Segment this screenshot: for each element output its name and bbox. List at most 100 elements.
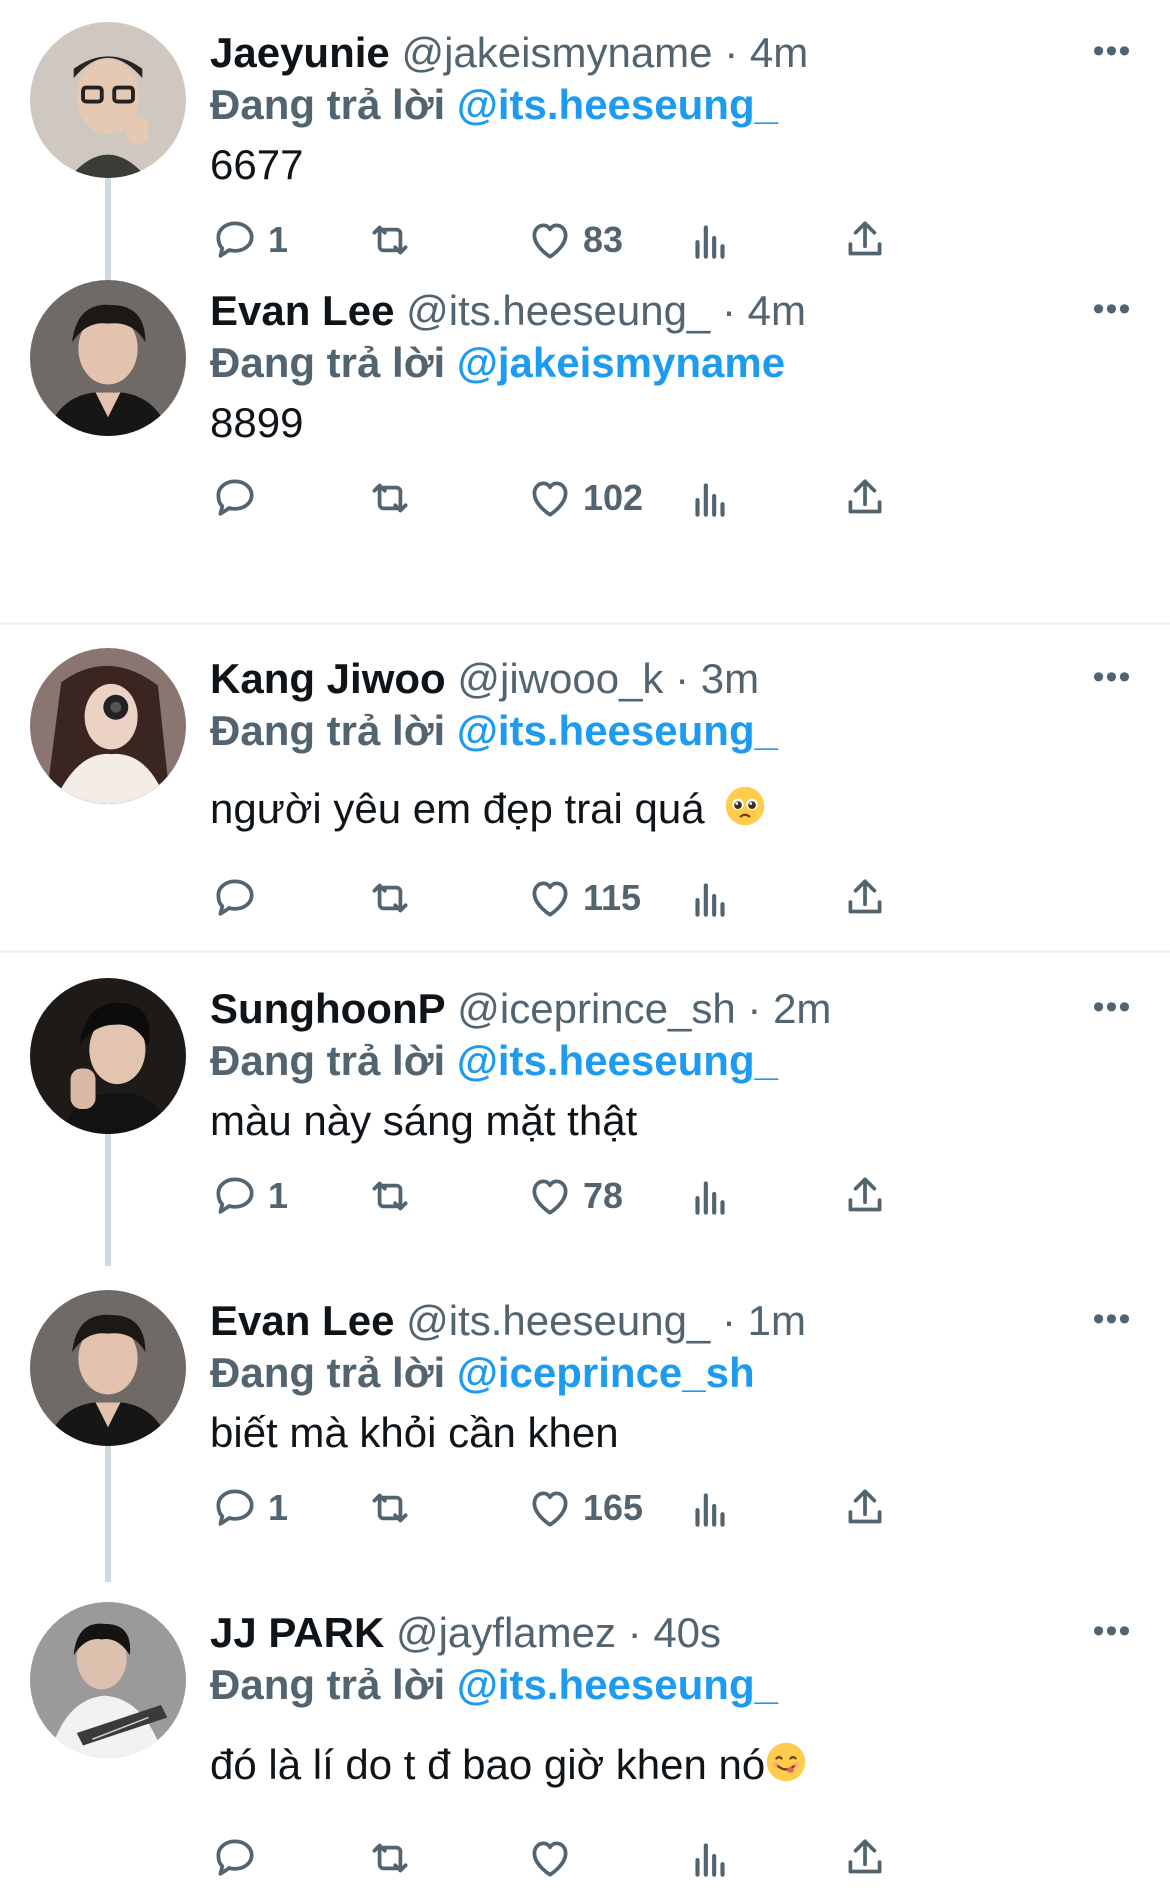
display-name[interactable]: Evan Lee bbox=[210, 1297, 394, 1344]
retweet-button[interactable] bbox=[365, 468, 415, 528]
mention-link[interactable]: @its.heeseung_ bbox=[457, 707, 778, 754]
views-button[interactable] bbox=[685, 868, 735, 928]
share-button[interactable] bbox=[840, 210, 890, 270]
more-options-icon[interactable]: ••• bbox=[1082, 1294, 1142, 1344]
action-bar: 1 78 bbox=[210, 1166, 1110, 1226]
replying-to: Đang trả lời @iceprince_sh bbox=[210, 1348, 755, 1398]
timestamp[interactable]: 4m bbox=[748, 287, 806, 334]
like-button[interactable]: 102 bbox=[525, 468, 643, 528]
heart-icon bbox=[532, 881, 568, 917]
heart-icon bbox=[532, 1491, 568, 1527]
reply-bubble-icon bbox=[216, 221, 254, 258]
timestamp[interactable]: 3m bbox=[701, 655, 759, 702]
heart-icon bbox=[532, 1179, 568, 1215]
replying-to: Đang trả lời @its.heeseung_ bbox=[210, 1036, 778, 1086]
display-name[interactable]: Kang Jiwoo bbox=[210, 655, 446, 702]
timestamp[interactable]: 1m bbox=[748, 1297, 806, 1344]
display-name[interactable]: JJ PARK bbox=[210, 1609, 384, 1656]
username-handle[interactable]: @its.heeseung_ bbox=[406, 287, 710, 334]
action-bar: 1 165 bbox=[210, 1478, 1110, 1538]
mention-link[interactable]: @its.heeseung_ bbox=[457, 81, 778, 128]
views-chart-icon bbox=[695, 225, 725, 259]
like-button[interactable]: 165 bbox=[525, 1478, 643, 1538]
views-button[interactable] bbox=[685, 1166, 735, 1226]
display-name[interactable]: SunghoonP bbox=[210, 985, 446, 1032]
views-button[interactable] bbox=[685, 468, 735, 528]
views-button[interactable] bbox=[685, 210, 735, 270]
views-chart-icon bbox=[695, 1181, 725, 1215]
like-button[interactable]: 115 bbox=[525, 868, 641, 928]
replying-prefix: Đang trả lời bbox=[210, 339, 446, 386]
share-button[interactable] bbox=[840, 1828, 890, 1888]
retweet-button[interactable] bbox=[365, 1828, 415, 1888]
retweet-button[interactable] bbox=[365, 868, 415, 928]
more-options-icon[interactable]: ••• bbox=[1082, 652, 1142, 702]
reply-button[interactable] bbox=[210, 468, 268, 528]
avatar[interactable] bbox=[30, 1290, 186, 1446]
separator-dot: · bbox=[724, 29, 739, 76]
views-button[interactable] bbox=[685, 1828, 735, 1888]
more-options-icon[interactable]: ••• bbox=[1082, 26, 1142, 76]
share-button[interactable] bbox=[840, 468, 890, 528]
username-handle[interactable]: @jayflamez bbox=[396, 1609, 616, 1656]
mention-link[interactable]: @its.heeseung_ bbox=[457, 1661, 778, 1708]
retweet-icon bbox=[372, 1181, 408, 1211]
avatar[interactable] bbox=[30, 978, 186, 1134]
username-handle[interactable]: @its.heeseung_ bbox=[406, 1297, 710, 1344]
reply-button[interactable]: 1 bbox=[210, 210, 288, 270]
retweet-button[interactable] bbox=[365, 1166, 415, 1226]
mention-link[interactable]: @jakeismyname bbox=[457, 339, 785, 386]
username-handle[interactable]: @jiwooo_k bbox=[457, 655, 663, 702]
separator-dot: · bbox=[627, 1609, 642, 1656]
share-button[interactable] bbox=[840, 868, 890, 928]
share-button[interactable] bbox=[840, 1478, 890, 1538]
mention-link[interactable]: @iceprince_sh bbox=[457, 1349, 755, 1396]
like-button[interactable] bbox=[525, 1828, 583, 1888]
username-handle[interactable]: @iceprince_sh bbox=[457, 985, 735, 1032]
views-chart-icon bbox=[695, 1843, 725, 1877]
tweet-text-line: đó là lí do t đ bao giờ khen nó bbox=[210, 1740, 807, 1794]
more-options-icon[interactable]: ••• bbox=[1082, 982, 1142, 1032]
more-options-icon[interactable]: ••• bbox=[1082, 284, 1142, 334]
reply-button[interactable]: 1 bbox=[210, 1166, 288, 1226]
retweet-icon bbox=[372, 883, 408, 913]
avatar[interactable] bbox=[30, 22, 186, 178]
timestamp[interactable]: 2m bbox=[773, 985, 831, 1032]
avatar[interactable] bbox=[30, 280, 186, 436]
timestamp[interactable]: 4m bbox=[750, 29, 808, 76]
avatar[interactable] bbox=[30, 1602, 186, 1758]
reply-feed: Jaeyunie @jakeismyname · 4m ••• Đang trả… bbox=[0, 0, 1170, 1899]
tweet-header: Evan Lee @its.heeseung_ · 1m bbox=[210, 1296, 806, 1346]
views-chart-icon bbox=[695, 1493, 725, 1527]
retweet-button[interactable] bbox=[365, 210, 415, 270]
reply-button[interactable] bbox=[210, 868, 268, 928]
reply-button[interactable] bbox=[210, 1828, 268, 1888]
separator-dot: · bbox=[721, 1297, 736, 1344]
heart-icon bbox=[532, 1841, 568, 1877]
like-count: 102 bbox=[583, 477, 644, 518]
tweet-text: 8899 bbox=[210, 399, 304, 446]
pleading-face-emoji bbox=[724, 785, 766, 838]
reply-bubble-icon bbox=[216, 1839, 254, 1876]
share-button[interactable] bbox=[840, 1166, 890, 1226]
like-button[interactable]: 78 bbox=[525, 1166, 623, 1226]
like-button[interactable]: 83 bbox=[525, 210, 623, 270]
reply-bubble-icon bbox=[216, 879, 254, 916]
retweet-icon bbox=[372, 1493, 408, 1523]
more-options-icon[interactable]: ••• bbox=[1082, 1606, 1142, 1656]
retweet-button[interactable] bbox=[365, 1478, 415, 1538]
avatar[interactable] bbox=[30, 648, 186, 804]
display-name[interactable]: Evan Lee bbox=[210, 287, 394, 334]
timestamp[interactable]: 40s bbox=[653, 1609, 721, 1656]
mention-link[interactable]: @its.heeseung_ bbox=[457, 1037, 778, 1084]
views-chart-icon bbox=[695, 883, 725, 917]
views-button[interactable] bbox=[685, 1478, 735, 1538]
username-handle[interactable]: @jakeismyname bbox=[401, 29, 712, 76]
heart-icon bbox=[532, 223, 568, 259]
display-name[interactable]: Jaeyunie bbox=[210, 29, 390, 76]
reply-button[interactable]: 1 bbox=[210, 1478, 288, 1538]
action-bar: 102 bbox=[210, 468, 1110, 528]
replying-prefix: Đang trả lời bbox=[210, 707, 446, 754]
retweet-icon bbox=[372, 1843, 408, 1873]
replying-prefix: Đang trả lời bbox=[210, 1037, 446, 1084]
